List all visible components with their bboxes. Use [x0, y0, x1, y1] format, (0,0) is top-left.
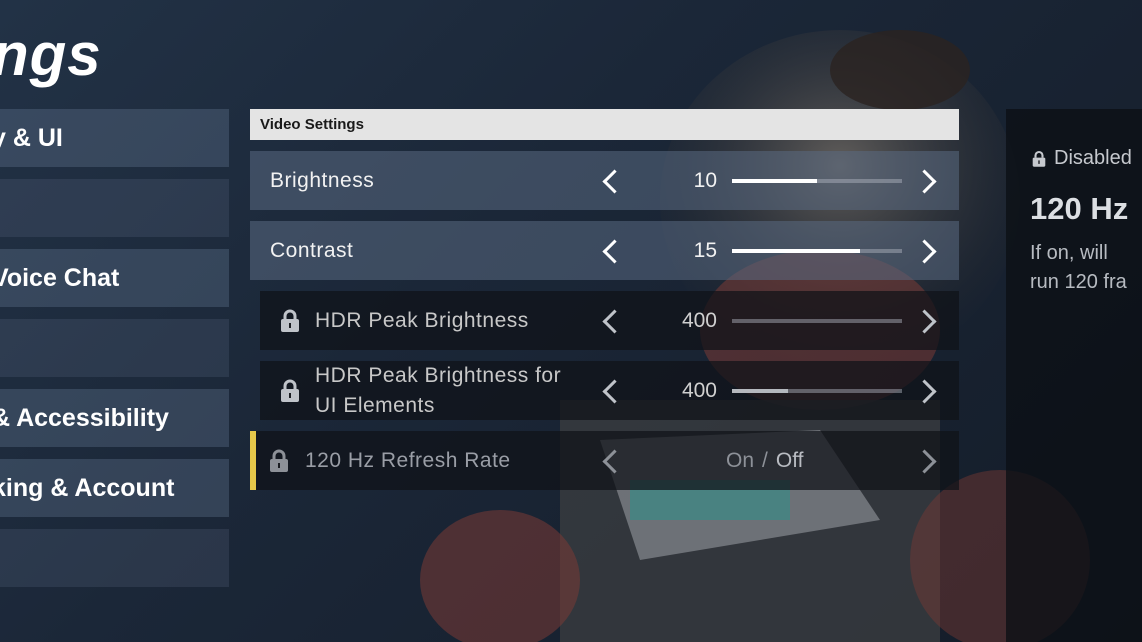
desc-line-1: If on, will: [1030, 242, 1108, 264]
status-text: Disabled: [1054, 147, 1132, 169]
lock-icon: [281, 379, 299, 402]
chevron-right-icon[interactable]: [912, 309, 937, 334]
setting-label-line-2: UI Elements: [315, 393, 435, 417]
setting-label: Contrast: [270, 238, 354, 262]
setting-value: 15: [693, 238, 717, 262]
option-separator: /: [762, 448, 768, 472]
setting-value: 400: [681, 308, 717, 332]
sidebar-item-accessibility[interactable]: & Accessibility: [0, 389, 229, 447]
chevron-right-icon[interactable]: [912, 449, 937, 474]
video-settings-panel: Video Settings Brightness 10 Contrast 15…: [250, 109, 959, 501]
brightness-setting[interactable]: Brightness 10: [250, 151, 959, 210]
lock-icon: [1032, 150, 1046, 167]
contrast-slider[interactable]: [732, 249, 902, 253]
setting-label: 120 Hz Refresh Rate: [305, 448, 511, 472]
setting-label-line-1: HDR Peak Brightness for: [315, 363, 562, 387]
sidebar-item-4[interactable]: [0, 319, 229, 377]
chevron-right-icon[interactable]: [912, 379, 937, 404]
chevron-right-icon[interactable]: [912, 239, 937, 264]
desc-line-2: run 120 fra: [1030, 271, 1127, 293]
sidebar-item-7[interactable]: [0, 529, 229, 587]
sidebar-item-voice-chat[interactable]: Voice Chat: [0, 249, 229, 307]
setting-label: HDR Peak Brightness: [315, 308, 529, 332]
lock-icon: [270, 449, 288, 472]
chevron-left-icon[interactable]: [602, 309, 627, 334]
info-panel: Disabled 120 Hz If on, will run 120 fra: [1006, 109, 1142, 642]
chevron-left-icon[interactable]: [602, 379, 627, 404]
on-off-toggle[interactable]: On / Off: [726, 449, 803, 473]
option-off: Off: [775, 448, 804, 472]
sidebar-item-label: Voice Chat: [0, 263, 120, 292]
section-header: Video Settings: [250, 109, 959, 140]
sidebar-item-2[interactable]: [0, 179, 229, 237]
setting-label: Brightness: [270, 168, 375, 192]
brightness-slider[interactable]: [732, 179, 902, 183]
chevron-left-icon[interactable]: [602, 239, 627, 264]
chevron-left-icon[interactable]: [602, 449, 627, 474]
chevron-right-icon[interactable]: [912, 169, 937, 194]
slider-fill: [732, 249, 860, 253]
slider-fill: [732, 389, 789, 393]
option-on: On: [726, 448, 755, 472]
sidebar: y & UI Voice Chat & Accessibility king &…: [0, 109, 229, 599]
sidebar-item-label: y & UI: [0, 123, 63, 152]
refresh-rate-setting[interactable]: 120 Hz Refresh Rate On / Off: [250, 431, 959, 490]
lock-icon: [281, 309, 299, 332]
setting-value: 10: [693, 168, 717, 192]
info-description: If on, will run 120 fra: [1030, 239, 1142, 297]
hdr-peak-brightness-slider[interactable]: [732, 319, 902, 323]
disabled-status: Disabled: [1032, 147, 1132, 170]
slider-fill: [732, 179, 817, 183]
sidebar-item-label: & Accessibility: [0, 403, 169, 432]
chevron-left-icon[interactable]: [602, 169, 627, 194]
hdr-peak-brightness-setting[interactable]: HDR Peak Brightness 400: [260, 291, 959, 350]
page-title: ngs: [0, 21, 102, 88]
sidebar-item-label: king & Account: [0, 473, 175, 502]
sidebar-item-display-ui[interactable]: y & UI: [0, 109, 229, 167]
info-title: 120 Hz: [1030, 191, 1129, 226]
hdr-peak-brightness-ui-slider[interactable]: [732, 389, 902, 393]
sidebar-item-networking-account[interactable]: king & Account: [0, 459, 229, 517]
setting-label: HDR Peak Brightness for UI Elements: [315, 361, 561, 421]
contrast-setting[interactable]: Contrast 15: [250, 221, 959, 280]
setting-value: 400: [681, 378, 717, 402]
hdr-peak-brightness-ui-setting[interactable]: HDR Peak Brightness for UI Elements 400: [260, 361, 959, 420]
